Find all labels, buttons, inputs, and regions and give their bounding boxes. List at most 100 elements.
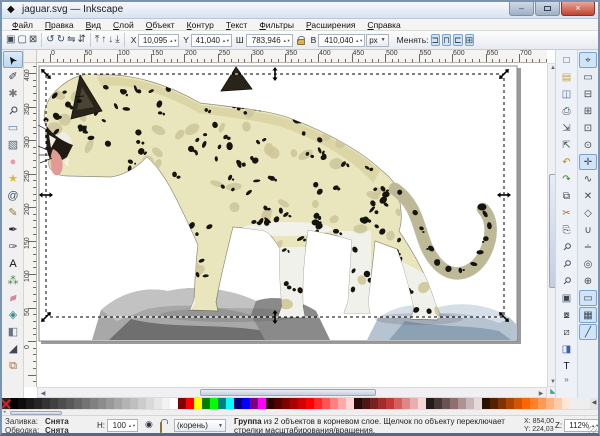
select-all-button[interactable]: ▣: [5, 33, 16, 46]
swatch-50[interactable]: [402, 398, 410, 409]
swatch-47[interactable]: [378, 398, 386, 409]
flip-horizontal-button[interactable]: ⇋: [66, 33, 76, 46]
rotate-cw-button[interactable]: ↻: [56, 33, 66, 46]
swatch-5[interactable]: [42, 398, 50, 409]
layer-visibility-eye-icon[interactable]: ◉: [145, 420, 157, 429]
swatch-7[interactable]: [58, 398, 66, 409]
fill-stroke-dialog-button[interactable]: ◨: [558, 341, 576, 357]
duplicate-button[interactable]: ▣: [558, 290, 576, 306]
new-document-button[interactable]: □: [558, 52, 576, 68]
lower-to-bottom-button[interactable]: ⤓: [114, 33, 120, 46]
scale-stroke-toggle[interactable]: ⊐: [431, 34, 441, 46]
zoom-page-button[interactable]: ⚲: [558, 273, 576, 289]
menu-контур[interactable]: Контур: [181, 20, 220, 30]
swatch-33[interactable]: [266, 398, 274, 409]
swatch-41[interactable]: [330, 398, 338, 409]
swatch-4[interactable]: [34, 398, 42, 409]
export-button[interactable]: ⇱: [558, 137, 576, 153]
pen-tool[interactable]: ✒: [3, 221, 23, 238]
swatch-60[interactable]: [482, 398, 490, 409]
fill-stroke-indicator[interactable]: Заливка:Снята Обводка:Снята: [5, 417, 69, 435]
text-tool[interactable]: A: [3, 255, 23, 272]
y-field[interactable]: 41,040▲▼: [191, 34, 232, 47]
swatch-62[interactable]: [498, 398, 506, 409]
bucket-tool[interactable]: ◈: [3, 306, 23, 323]
select-all-layers-button[interactable]: ▢: [16, 33, 27, 46]
swatch-68[interactable]: [546, 398, 554, 409]
height-field[interactable]: 410,040▲▼: [318, 34, 365, 47]
swatch-1[interactable]: [10, 398, 18, 409]
document-viewport[interactable]: [37, 63, 547, 387]
x-field[interactable]: 10,095▲▼: [138, 34, 179, 47]
snap-nodes-toggle[interactable]: ✛: [579, 154, 597, 170]
swatch-32[interactable]: [258, 398, 266, 409]
deselect-button[interactable]: ⊠: [28, 33, 38, 46]
window-resize-grip[interactable]: [588, 426, 597, 435]
swatch-38[interactable]: [306, 398, 314, 409]
swatch-21[interactable]: [170, 398, 178, 409]
swatch-20[interactable]: [162, 398, 170, 409]
palette-scroll-arrow[interactable]: ◀: [590, 398, 598, 409]
swatch-29[interactable]: [234, 398, 242, 409]
swatch-43[interactable]: [346, 398, 354, 409]
swatch-22[interactable]: [178, 398, 186, 409]
swatch-17[interactable]: [138, 398, 146, 409]
swatch-42[interactable]: [338, 398, 346, 409]
menu-текст[interactable]: Текст: [220, 20, 253, 30]
swatch-30[interactable]: [242, 398, 250, 409]
menu-фильтры[interactable]: Фильтры: [253, 20, 300, 30]
swatch-57[interactable]: [458, 398, 466, 409]
snap-guides-toggle[interactable]: ╱: [579, 324, 597, 340]
unlink-clone-button[interactable]: ⧄: [558, 324, 576, 340]
paste-button[interactable]: ⎘: [558, 222, 576, 238]
selector-tool[interactable]: ➤: [3, 51, 23, 68]
close-button[interactable]: ×: [561, 2, 595, 16]
connector-tool[interactable]: ⧉: [3, 357, 23, 374]
scroll-right-arrow[interactable]: ▶: [537, 390, 545, 397]
menu-файл[interactable]: Файл: [6, 20, 39, 30]
zoom-drawing-button[interactable]: ⚲: [558, 256, 576, 272]
swatch-9[interactable]: [74, 398, 82, 409]
commands-overflow[interactable]: »: [556, 375, 577, 384]
swatch-36[interactable]: [290, 398, 298, 409]
swatch-25[interactable]: [202, 398, 210, 409]
swatch-11[interactable]: [90, 398, 98, 409]
swatch-53[interactable]: [426, 398, 434, 409]
snap-object-centers-toggle[interactable]: ◎: [579, 256, 597, 272]
spiral-tool[interactable]: @: [3, 187, 23, 204]
snap-bbox-corners-toggle[interactable]: ⊞: [579, 103, 597, 119]
snap-smooth-nodes-toggle[interactable]: ∪: [579, 222, 597, 238]
swatch-45[interactable]: [362, 398, 370, 409]
swatch-23[interactable]: [186, 398, 194, 409]
swatch-28[interactable]: [226, 398, 234, 409]
units-dropdown[interactable]: px▼: [366, 34, 388, 47]
swatch-31[interactable]: [250, 398, 258, 409]
layer-dropdown[interactable]: (корень)▼: [174, 419, 226, 432]
swatch-66[interactable]: [530, 398, 538, 409]
horizontal-scrollbar[interactable]: ◀ ▶: [37, 387, 547, 398]
swatch-18[interactable]: [146, 398, 154, 409]
open-document-button[interactable]: ▤: [558, 69, 576, 85]
swatch-48[interactable]: [386, 398, 394, 409]
zoom-tool[interactable]: ⚲: [3, 102, 23, 119]
menu-расширения[interactable]: Расширения: [300, 20, 361, 30]
swatch-2[interactable]: [18, 398, 26, 409]
menu-правка[interactable]: Правка: [39, 20, 80, 30]
layer-lock-icon[interactable]: [160, 422, 162, 433]
snap-paths-toggle[interactable]: ∿: [579, 171, 597, 187]
save-document-button[interactable]: ◫: [558, 86, 576, 102]
swatch-49[interactable]: [394, 398, 402, 409]
menu-справка[interactable]: Справка: [361, 20, 406, 30]
tweak-tool[interactable]: ✱: [3, 85, 23, 102]
snap-cusp-nodes-toggle[interactable]: ◇: [579, 205, 597, 221]
menu-объект[interactable]: Объект: [140, 20, 181, 30]
snap-bbox-edge-midpoints-toggle[interactable]: ⊡: [579, 120, 597, 136]
swatch-69[interactable]: [554, 398, 562, 409]
swatch-59[interactable]: [474, 398, 482, 409]
swatch-39[interactable]: [314, 398, 322, 409]
box3d-tool[interactable]: ▧: [3, 136, 23, 153]
undo-button[interactable]: ↶: [558, 154, 576, 170]
pencil-tool[interactable]: ✎: [3, 204, 23, 221]
redo-button[interactable]: ↷: [558, 171, 576, 187]
swatch-34[interactable]: [274, 398, 282, 409]
